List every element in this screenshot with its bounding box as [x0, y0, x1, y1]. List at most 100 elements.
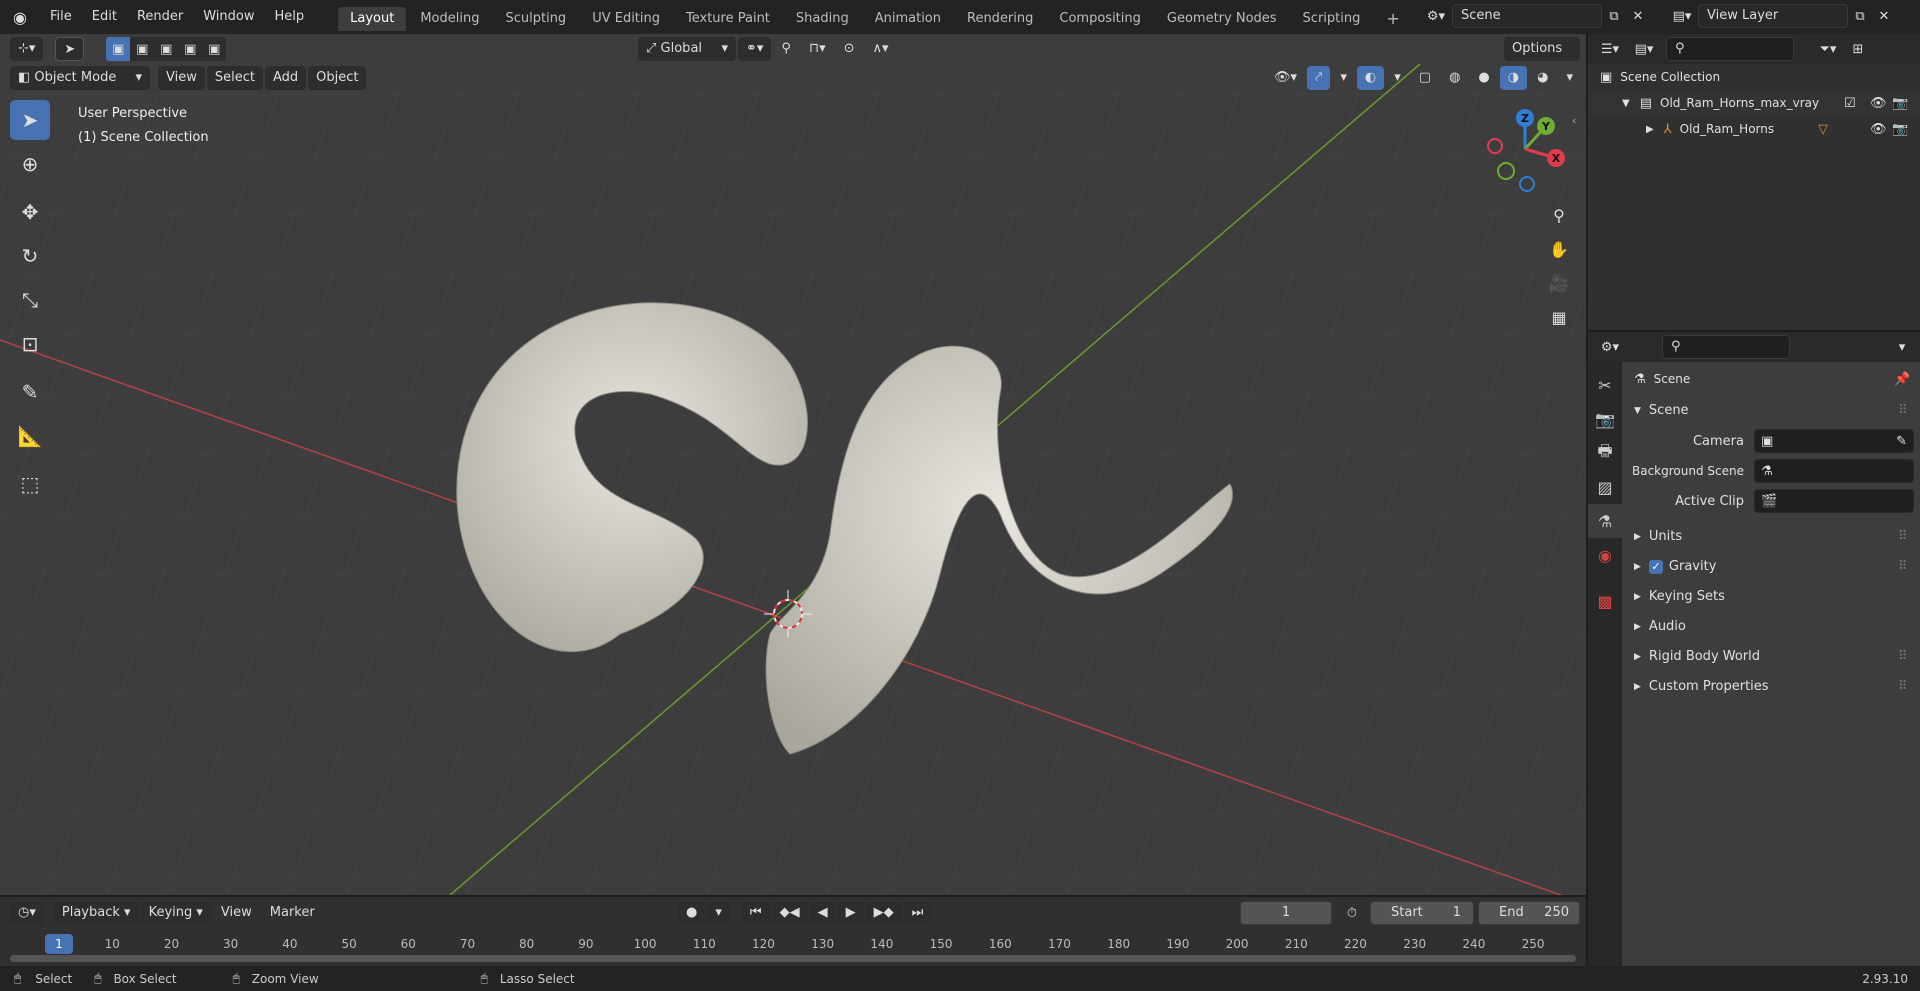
properties-options-icon[interactable]: ▾ — [1890, 335, 1914, 359]
background-scene-field[interactable]: ⚗ — [1754, 459, 1914, 483]
menu-edit[interactable]: Edit — [82, 0, 127, 34]
add-workspace-button[interactable]: + — [1374, 7, 1411, 31]
scale-tool-icon[interactable]: ⤡ — [10, 280, 50, 320]
drag-handle-icon[interactable]: ⠿ — [1898, 642, 1908, 672]
menu-render[interactable]: Render — [127, 0, 193, 34]
select-mode-invert-icon[interactable]: ▣ — [178, 37, 203, 61]
tab-sculpting[interactable]: Sculpting — [493, 7, 578, 31]
shading-solid-icon[interactable]: ● — [1470, 66, 1497, 90]
pan-hand-icon[interactable]: ✋ — [1544, 234, 1574, 264]
transform-tool-icon[interactable]: ⊡ — [10, 324, 50, 364]
tab-geometry-nodes[interactable]: Geometry Nodes — [1155, 7, 1289, 31]
gizmo-neg-x-icon[interactable] — [1487, 138, 1503, 154]
hide-eye-icon[interactable]: 👁 — [1870, 96, 1887, 111]
select-box-tool-icon[interactable]: ➤ — [10, 100, 50, 140]
texture-tab-icon[interactable]: ▩ — [1588, 584, 1622, 618]
scene-copy-icon[interactable]: ⧉ — [1602, 4, 1626, 28]
transform-orientation-dropdown[interactable]: ⤢ Global ▾ — [638, 37, 736, 61]
viewport-scene[interactable] — [0, 34, 1586, 895]
drag-handle-icon[interactable]: ⠿ — [1898, 396, 1908, 426]
view-layer-name-field[interactable]: View Layer — [1698, 4, 1848, 28]
keying-sets-panel-header[interactable]: ▶ Keying Sets — [1622, 582, 1920, 612]
select-mode-subtract-icon[interactable]: ▣ — [154, 37, 179, 61]
active-clip-field[interactable]: 🎬 — [1754, 489, 1914, 513]
menu-view[interactable]: View — [158, 66, 205, 90]
menu-help[interactable]: Help — [265, 0, 315, 34]
xray-toggle-icon[interactable]: ▢ — [1411, 66, 1439, 90]
add-cube-tool-icon[interactable]: ⬚ — [10, 464, 50, 504]
rigid-body-world-panel-header[interactable]: ▶ Rigid Body World ⠿ — [1622, 642, 1920, 672]
scene-name-field[interactable]: Scene — [1452, 4, 1602, 28]
scene-panel-header[interactable]: ▼ Scene ⠿ — [1622, 396, 1920, 426]
render-camera-icon[interactable]: 📷 — [1892, 122, 1908, 137]
blender-logo-icon[interactable]: ◉ — [8, 5, 32, 29]
scene-tab-icon[interactable]: ⚗ — [1588, 504, 1622, 538]
outliner-object-row[interactable]: ▶ ⅄ Old_Ram_Horns ▽ 👁 📷 — [1588, 116, 1920, 142]
outliner-scene-collection[interactable]: ▣ Scene Collection — [1588, 64, 1920, 90]
gizmo-neg-y-icon[interactable] — [1497, 162, 1515, 180]
tab-uv-editing[interactable]: UV Editing — [580, 7, 672, 31]
object-mode-dropdown[interactable]: ◧ Object Mode ▾ — [10, 66, 150, 90]
render-tab-icon[interactable]: 📷 — [1588, 402, 1622, 436]
expand-arrow-icon[interactable]: ▼ — [1622, 98, 1630, 109]
view-layer-remove-icon[interactable]: ✕ — [1872, 4, 1896, 28]
custom-properties-panel-header[interactable]: ▶ Custom Properties ⠿ — [1622, 672, 1920, 702]
gravity-panel-header[interactable]: ▶ ✓ Gravity ⠿ — [1622, 552, 1920, 582]
render-camera-icon[interactable]: 📷 — [1892, 96, 1908, 111]
options-dropdown[interactable]: Options ▾ — [1504, 37, 1580, 80]
tab-texture-paint[interactable]: Texture Paint — [674, 7, 782, 31]
select-mode-set-icon[interactable]: ▣ — [106, 37, 131, 61]
new-collection-icon[interactable]: ⊞ — [1846, 37, 1870, 61]
mesh-data-icon[interactable]: ▽ — [1818, 122, 1828, 137]
shading-dropdown-icon[interactable]: ▾ — [1558, 66, 1581, 90]
timeline-scrollbar[interactable] — [10, 955, 1576, 962]
menu-file[interactable]: File — [40, 0, 82, 34]
scene-remove-icon[interactable]: ✕ — [1626, 4, 1650, 28]
pivot-point-button[interactable]: ⚭▾ — [738, 37, 772, 61]
navigation-gizmo[interactable]: Z Y X — [1480, 104, 1570, 194]
camera-field[interactable]: ▣ ✎ — [1754, 429, 1914, 453]
drag-handle-icon[interactable]: ⠿ — [1898, 552, 1908, 582]
gizmo-dropdown-icon[interactable]: ▾ — [1332, 66, 1355, 90]
proportional-falloff-icon[interactable]: ∧▾ — [865, 37, 897, 61]
gravity-checkbox[interactable]: ✓ — [1648, 560, 1663, 574]
sidebar-toggle-icon[interactable]: ‹ — [1572, 114, 1576, 127]
world-tab-icon[interactable]: ◉ — [1588, 538, 1622, 572]
3d-viewport[interactable]: ⊹▾ ➤ ▣ ▣ ▣ ▣ ▣ ⤢ Global ▾ ⚭▾ ⚲ ⊓▾ ⊙ ∧▾ Op… — [0, 34, 1586, 895]
properties-editor-type-icon[interactable]: ⚙▾ — [1598, 335, 1622, 359]
tab-rendering[interactable]: Rendering — [955, 7, 1045, 31]
shading-rendered-icon[interactable]: ◕ — [1529, 66, 1556, 90]
filter-icon[interactable]: ⏷▾ — [1816, 37, 1840, 61]
eyedropper-icon[interactable]: ✎ — [1896, 434, 1907, 449]
shading-material-icon[interactable]: ◑ — [1499, 66, 1528, 90]
select-mode-extend-icon[interactable]: ▣ — [130, 37, 155, 61]
annotate-tool-icon[interactable]: ✎ — [10, 372, 50, 412]
visibility-eye-icon[interactable]: 👁▾ — [1266, 66, 1305, 90]
tool-tab-icon[interactable]: ✂ — [1588, 368, 1622, 402]
exclude-checkbox-icon[interactable]: ☑ — [1844, 96, 1856, 111]
menu-object[interactable]: Object — [308, 66, 367, 90]
view-layer-copy-icon[interactable]: ⧉ — [1848, 4, 1872, 28]
tab-scripting[interactable]: Scripting — [1291, 7, 1373, 31]
tab-shading[interactable]: Shading — [784, 7, 861, 31]
editor-type-button[interactable]: ⊹▾ — [10, 37, 44, 61]
expand-arrow-icon[interactable]: ▶ — [1646, 124, 1654, 135]
rotate-tool-icon[interactable]: ↻ — [10, 236, 50, 276]
proportional-edit-icon[interactable]: ⊙ — [836, 37, 863, 61]
units-panel-header[interactable]: ▶ Units ⠿ — [1622, 522, 1920, 552]
gizmo-toggle-icon[interactable]: ⤤ — [1307, 66, 1331, 90]
camera-view-icon[interactable]: 🎥 — [1544, 268, 1574, 298]
tab-modeling[interactable]: Modeling — [408, 7, 491, 31]
overlay-dropdown-icon[interactable]: ▾ — [1386, 66, 1409, 90]
drag-handle-icon[interactable]: ⠿ — [1898, 672, 1908, 702]
snap-target-button[interactable]: ⊓▾ — [801, 37, 834, 61]
menu-select[interactable]: Select — [206, 66, 263, 90]
overlay-toggle-icon[interactable]: ◐ — [1356, 66, 1385, 90]
perspective-toggle-icon[interactable]: ▦ — [1544, 302, 1574, 332]
tab-compositing[interactable]: Compositing — [1047, 7, 1153, 31]
menu-window[interactable]: Window — [193, 0, 264, 34]
outliner-collection-row[interactable]: ▼ ▤ Old_Ram_Horns_max_vray ☑ 👁 📷 — [1588, 90, 1920, 116]
drag-handle-icon[interactable]: ⠿ — [1898, 522, 1908, 552]
active-tool-icon[interactable]: ➤ — [55, 37, 85, 61]
scene-selector-icon[interactable]: ⚙▾ — [1424, 4, 1448, 28]
